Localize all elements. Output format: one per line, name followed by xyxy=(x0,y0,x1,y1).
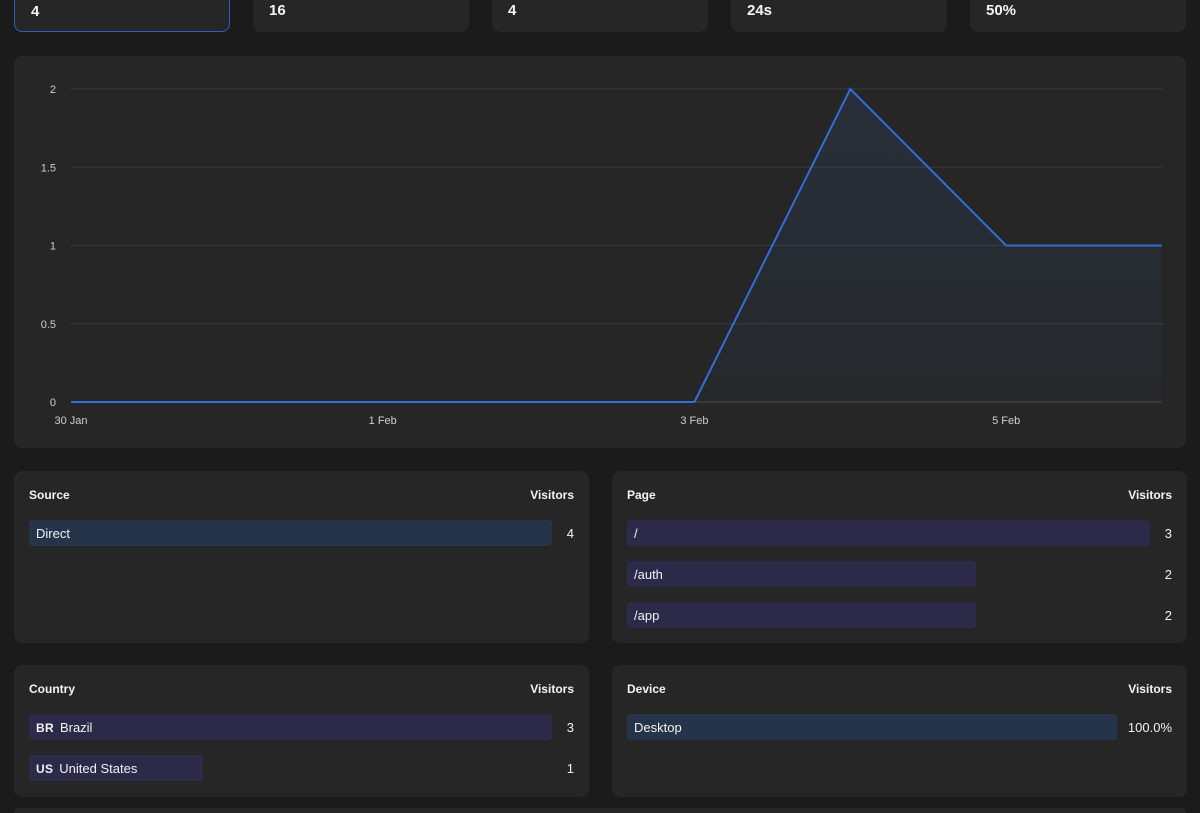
x-tick-label: 30 Jan xyxy=(54,415,87,427)
page-count: 2 xyxy=(1164,608,1172,623)
column-header: Visitors xyxy=(1128,488,1172,502)
stat-value: 16 xyxy=(269,2,286,19)
x-tick-label: 3 Feb xyxy=(680,415,708,427)
stat-value: 4 xyxy=(31,3,40,20)
country-count: 3 xyxy=(566,720,574,735)
pages-panel: Page Visitors / 3 /auth 2 /app 2 xyxy=(612,471,1187,643)
x-tick-label: 5 Feb xyxy=(992,415,1020,427)
panel-title: Source xyxy=(29,488,70,502)
stat-card-duration[interactable]: 24s xyxy=(731,0,947,32)
panel-header: Source Visitors xyxy=(29,488,574,504)
panel-header: Device Visitors xyxy=(627,682,1172,698)
y-tick-label: 0.5 xyxy=(41,319,56,331)
analytics-dashboard: 4 16 4 24s 50% 0 0.5 1 1.5 2 30 Jan 1 Feb 3 Feb… xyxy=(0,0,1200,813)
stat-card-visitors[interactable]: 4 xyxy=(14,0,230,32)
country-row[interactable]: US United States 1 xyxy=(29,755,574,781)
page-count: 2 xyxy=(1164,567,1172,582)
column-header: Visitors xyxy=(1128,682,1172,696)
country-label: US United States xyxy=(36,761,137,776)
device-bar xyxy=(627,714,1117,740)
country-row[interactable]: BR Brazil 3 xyxy=(29,714,574,740)
stat-value: 50% xyxy=(986,2,1017,19)
chart-canvas: 0 0.5 1 1.5 2 30 Jan 1 Feb 3 Feb 5 Feb xyxy=(41,84,1162,427)
page-row[interactable]: /app 2 xyxy=(627,602,1172,628)
country-bar xyxy=(29,714,552,740)
y-tick-label: 1.5 xyxy=(41,162,56,174)
source-label: Direct xyxy=(36,526,70,541)
devices-panel: Device Visitors Desktop 100.0% xyxy=(612,665,1187,797)
device-row[interactable]: Desktop 100.0% xyxy=(627,714,1172,740)
panel-title: Device xyxy=(627,682,666,696)
panel-title: Page xyxy=(627,488,656,502)
x-tick-label: 1 Feb xyxy=(369,415,397,427)
page-bar xyxy=(627,561,976,587)
device-count: 100.0% xyxy=(1127,720,1172,735)
device-label: Desktop xyxy=(634,720,682,735)
sources-panel: Source Visitors Direct 4 xyxy=(14,471,589,643)
page-label: /app xyxy=(634,608,660,623)
country-label: BR Brazil xyxy=(36,720,92,735)
country-name: Brazil xyxy=(59,720,93,735)
flag-icon: US xyxy=(36,762,54,776)
page-bar xyxy=(627,520,1150,546)
countries-panel: Country Visitors BR Brazil 3 US United Sta… xyxy=(14,665,589,797)
stat-card-bounce-rate[interactable]: 50% xyxy=(970,0,1186,32)
column-header: Visitors xyxy=(530,488,574,502)
stat-value: 4 xyxy=(508,2,517,19)
page-label: /auth xyxy=(634,567,663,582)
next-panel-edge xyxy=(14,808,1186,813)
y-tick-label: 0 xyxy=(50,397,56,409)
source-bar xyxy=(29,520,552,546)
country-name: United States xyxy=(59,761,138,776)
stat-value: 24s xyxy=(747,2,773,19)
y-tick-label: 2 xyxy=(50,84,56,96)
panel-header: Country Visitors xyxy=(29,682,574,698)
page-label: / xyxy=(634,526,638,541)
country-count: 1 xyxy=(566,761,574,776)
flag-icon: BR xyxy=(36,721,54,735)
stat-card-pageviews[interactable]: 16 xyxy=(253,0,469,32)
column-header: Visitors xyxy=(530,682,574,696)
source-row[interactable]: Direct 4 xyxy=(29,520,574,546)
y-tick-label: 1 xyxy=(50,241,56,253)
stat-card-sessions[interactable]: 4 xyxy=(492,0,708,32)
page-row[interactable]: / 3 xyxy=(627,520,1172,546)
panel-header: Page Visitors xyxy=(627,488,1172,504)
source-count: 4 xyxy=(566,526,574,541)
page-row[interactable]: /auth 2 xyxy=(627,561,1172,587)
page-count: 3 xyxy=(1164,526,1172,541)
panel-title: Country xyxy=(29,682,75,696)
page-bar xyxy=(627,602,976,628)
visitors-chart: 0 0.5 1 1.5 2 30 Jan 1 Feb 3 Feb 5 Feb xyxy=(14,56,1186,448)
